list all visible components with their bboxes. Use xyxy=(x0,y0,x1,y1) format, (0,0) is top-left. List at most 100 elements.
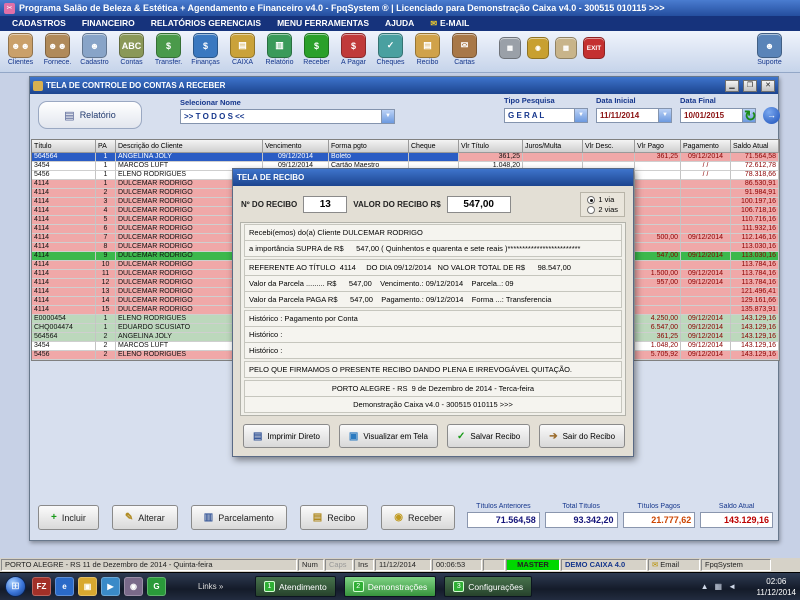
date-start-input[interactable]: 11/11/2014 ▼ xyxy=(596,108,672,123)
network-icon[interactable]: ▦ xyxy=(715,582,723,591)
exit-receipt-button[interactable]: ➔ Sair do Recibo xyxy=(539,424,626,448)
media-player-icon[interactable]: ▶ xyxy=(101,577,120,596)
toolbar-cheques[interactable]: ✓ Cheques xyxy=(372,32,409,66)
toolbar-recibo[interactable]: ▤ Recibo xyxy=(409,32,446,66)
table-row[interactable]: 564564 1 ANGELINA JOLY 09/12/2014 Boleto… xyxy=(32,153,779,162)
toolbar-contas[interactable]: ABC Contas xyxy=(113,32,150,66)
clock-time: 02:06 xyxy=(766,577,787,586)
maximize-button[interactable]: ❐ xyxy=(743,79,757,92)
save-receipt-button[interactable]: ✓ Salvar Recibo xyxy=(446,424,531,448)
menu-cadastros[interactable]: CADASTROS xyxy=(4,16,74,31)
toolbar-fornecedores[interactable]: ☻☻ Fornece. xyxy=(39,32,76,66)
column-header[interactable]: Cheque xyxy=(409,140,459,153)
column-header[interactable]: PA xyxy=(96,140,116,153)
chevron-down-icon[interactable]: ▼ xyxy=(658,109,671,122)
cell-titulo: 4114 xyxy=(32,207,96,216)
cell-vlr-pago xyxy=(635,171,681,180)
cell-vlr-pago: 957,00 xyxy=(635,279,681,288)
menu-ferramentas[interactable]: MENU FERRAMENTAS xyxy=(269,16,377,31)
taskbar-task-button[interactable]: 3 Configurações xyxy=(444,576,533,597)
receipt-number-field[interactable]: 13 xyxy=(303,196,348,213)
close-button[interactable]: ✕ xyxy=(761,79,775,92)
receipt-line: a importância SUPRA de R$ 547,00 ( Quinh… xyxy=(244,240,622,257)
printer-icon: ▤ xyxy=(64,109,75,122)
folder-icon[interactable]: ▣ xyxy=(78,577,97,596)
toolbar-suporte[interactable]: ☻ Suporte xyxy=(751,32,788,66)
column-header[interactable]: Pagamento xyxy=(681,140,731,153)
cell-pagamento: 09/12/2014 xyxy=(681,270,731,279)
menu-ajuda[interactable]: AJUDA xyxy=(377,16,422,31)
taskbar-task-button[interactable]: 1 Atendimento xyxy=(255,576,336,597)
radio-1-via[interactable]: 1 via xyxy=(587,195,618,204)
cell-pagamento: 09/12/2014 xyxy=(681,279,731,288)
menu-relatorios-gerenciais[interactable]: RELATÓRIOS GERENCIAIS xyxy=(143,16,269,31)
taskbar-clock[interactable]: 02:06 11/12/2014 xyxy=(757,576,796,598)
receipt-value-field[interactable]: 547,00 xyxy=(446,196,511,213)
column-header[interactable]: Juros/Multa xyxy=(523,140,583,153)
links-label[interactable]: Links » xyxy=(198,582,223,591)
cell-vlr-titulo: 361,25 xyxy=(459,153,523,162)
cell-titulo: 4114 xyxy=(32,297,96,306)
column-header[interactable]: Forma pgto xyxy=(329,140,409,153)
radio-2-vias[interactable]: 2 vias xyxy=(587,205,618,214)
toolbar-caixa[interactable]: ▤ CAIXA xyxy=(224,32,261,66)
receipt-line: Valor da Parcela PAGA R$ 547,00 Pagament… xyxy=(244,291,622,308)
calendar-icon[interactable]: ▦ xyxy=(555,37,577,59)
toolbar-a-pagar[interactable]: $ A Pagar xyxy=(335,32,372,66)
include-button[interactable]: + Incluir xyxy=(38,505,99,530)
explorer-icon[interactable]: e xyxy=(55,577,74,596)
menu-email[interactable]: ✉ E-MAIL xyxy=(422,16,477,31)
chevron-down-icon[interactable]: ▼ xyxy=(381,110,394,123)
receive-button[interactable]: ◉ Receber xyxy=(381,505,455,530)
chevron-down-icon[interactable]: ▼ xyxy=(574,109,587,122)
column-header[interactable]: Descrição do Cliente xyxy=(116,140,263,153)
volume-icon[interactable]: ◄ xyxy=(728,582,736,591)
view-on-screen-button[interactable]: ▣ Visualizar em Tela xyxy=(338,424,438,448)
column-header[interactable]: Título xyxy=(32,140,96,153)
receivables-window-titlebar[interactable]: TELA DE CONTROLE DO CONTAS A RECEBER ▁ ❐… xyxy=(30,77,778,94)
receipt-button[interactable]: ▤ Recibo xyxy=(299,505,369,530)
receipt-line: Recebi(emos) do(a) Cliente DULCEMAR RODR… xyxy=(244,224,622,241)
cell-vlr-pago xyxy=(635,306,681,315)
taskbar-task-button[interactable]: 2 Demonstrações xyxy=(343,576,437,597)
cell-pagamento: 09/12/2014 xyxy=(681,351,731,360)
column-header[interactable]: Saldo Atual xyxy=(731,140,779,153)
go-icon[interactable]: → xyxy=(763,107,780,124)
receipt-dialog-titlebar[interactable]: TELA DE RECIBO xyxy=(233,169,633,186)
toolbar-transferencia[interactable]: $ Transfer. xyxy=(150,32,187,66)
image-tool-icon[interactable]: ◉ xyxy=(124,577,143,596)
minimize-button[interactable]: ▁ xyxy=(725,79,739,92)
toolbar-cadastro[interactable]: ☻ Cadastro xyxy=(76,32,113,66)
toolbar-clientes[interactable]: ☻☻ Clientes xyxy=(2,32,39,66)
edit-button[interactable]: ✎ Alterar xyxy=(111,505,178,530)
cell-vlr-pago: 1.048,20 xyxy=(635,342,681,351)
tray-expand-icon[interactable]: ▲ xyxy=(701,582,709,591)
green-app-icon[interactable]: G xyxy=(147,577,166,596)
cell-vlr-pago: 5.705,92 xyxy=(635,351,681,360)
column-header[interactable]: Vlr Título xyxy=(459,140,523,153)
cell-titulo: 564564 xyxy=(32,153,96,162)
toolbar-receber[interactable]: $ Receber xyxy=(298,32,335,66)
toolbar-cartas[interactable]: ✉ Cartas xyxy=(446,32,483,66)
receipt-line: PORTO ALEGRE - RS 9 de Dezembro de 2014 … xyxy=(244,380,622,397)
cell-saldo-atual: 143.129,16 xyxy=(731,342,779,351)
select-name-combo[interactable]: >> T O D O S << ▼ xyxy=(180,109,395,124)
filezilla-icon[interactable]: FZ xyxy=(32,577,51,596)
installments-button[interactable]: ▥ Parcelamento xyxy=(190,505,287,530)
cell-titulo: 4114 xyxy=(32,252,96,261)
app-titlebar: ✂ Programa Salão de Beleza & Estética + … xyxy=(0,0,800,16)
search-type-combo[interactable]: G E R A L ▼ xyxy=(504,108,588,123)
print-direct-button[interactable]: ▤ Imprimir Direto xyxy=(243,424,330,448)
toolbar-relatorio[interactable]: ▥ Relatório xyxy=(261,32,298,66)
menu-financeiro[interactable]: FINANCEIRO xyxy=(74,16,143,31)
exit-icon[interactable]: EXIT xyxy=(583,37,605,59)
column-header[interactable]: Vencimento xyxy=(263,140,329,153)
toolbar-financas[interactable]: $ Finanças xyxy=(187,32,224,66)
start-button[interactable]: ⊞ xyxy=(5,576,26,597)
column-header[interactable]: Vlr Pago xyxy=(635,140,681,153)
coins-icon[interactable]: ◉ xyxy=(527,37,549,59)
calculator-icon[interactable]: ▦ xyxy=(499,37,521,59)
report-button[interactable]: ▤ Relatório xyxy=(38,101,142,129)
column-header[interactable]: Vlr Desc. xyxy=(583,140,635,153)
refresh-icon[interactable]: ↻ xyxy=(744,107,757,125)
